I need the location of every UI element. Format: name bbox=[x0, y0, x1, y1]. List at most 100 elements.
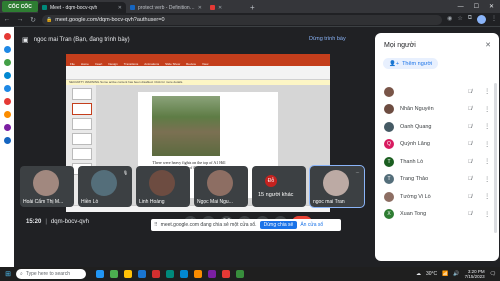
back-icon[interactable]: ← bbox=[3, 16, 11, 23]
more-options-icon[interactable]: ⋮ bbox=[484, 211, 490, 218]
star-icon[interactable]: ☆ bbox=[457, 15, 462, 24]
mic-off-icon[interactable]: 🎙̸ bbox=[468, 176, 472, 182]
taskbar-app-icon[interactable] bbox=[138, 270, 146, 278]
more-options-icon[interactable]: ⋮ bbox=[484, 123, 490, 130]
participant-tile[interactable]: 🎙 Hiền Lò bbox=[78, 166, 132, 207]
participant-row[interactable]: Nhân Nguyễn 🎙̸ ⋮ bbox=[375, 101, 499, 119]
more-options-icon[interactable]: ⋮ bbox=[484, 106, 490, 113]
bookmark-app-icon[interactable] bbox=[3, 85, 11, 92]
bookmark-app-icon[interactable] bbox=[3, 72, 11, 79]
network-icon[interactable]: 📶 bbox=[442, 271, 448, 277]
close-window-icon[interactable]: ✕ bbox=[489, 3, 494, 10]
tab-other[interactable]: ✕ bbox=[206, 2, 246, 13]
profile-avatar[interactable] bbox=[477, 15, 486, 24]
bookmark-app-icon[interactable] bbox=[3, 46, 11, 53]
powerpoint-titlebar bbox=[66, 54, 330, 61]
mic-off-icon[interactable]: 🎙̸ bbox=[468, 159, 472, 165]
self-tile[interactable]: ⋯ ngoc mai Tran bbox=[309, 165, 365, 208]
bookmark-app-icon[interactable] bbox=[3, 33, 11, 40]
tab-meet[interactable]: Meet - dqm-bocv-qvh ✕ bbox=[38, 2, 126, 13]
bookmark-app-icon[interactable] bbox=[3, 111, 11, 118]
others-tile[interactable]: Đỗ 15 người khác bbox=[252, 166, 306, 207]
taskbar-clock[interactable]: 3:20 PM 7/15/2023 bbox=[465, 269, 485, 280]
extensions-icon[interactable]: ⧉ bbox=[468, 15, 472, 24]
hide-window-button[interactable]: Ẩn cửa sổ bbox=[300, 222, 323, 228]
address-bar: ← → ↻ 🔒 meet.google.com/dqm-bocv-qvh?aut… bbox=[0, 13, 500, 27]
taskbar-app-icon[interactable] bbox=[194, 270, 202, 278]
meeting-time: 15:20 bbox=[26, 219, 42, 225]
more-icon[interactable]: ⋯ bbox=[354, 169, 361, 176]
close-tab-icon[interactable]: ✕ bbox=[198, 5, 202, 11]
mic-off-icon[interactable]: 🎙̸ bbox=[468, 89, 472, 95]
taskbar-app-icon[interactable] bbox=[166, 270, 174, 278]
taskbar-search[interactable]: ⌕ Type here to search bbox=[16, 269, 86, 279]
tab-dictionary[interactable]: protect verb - Definition, pictures ✕ bbox=[126, 2, 206, 13]
taskbar-app-icon[interactable] bbox=[96, 270, 104, 278]
stop-sharing-button[interactable]: Dừng chia sẻ bbox=[259, 221, 298, 229]
bookmark-app-icon[interactable] bbox=[3, 98, 11, 105]
participant-tile[interactable]: Linh Hoàng bbox=[136, 166, 190, 207]
participant-avatar bbox=[384, 191, 394, 202]
bookmark-app-icon[interactable] bbox=[3, 124, 11, 131]
participant-row[interactable]: 🎙̸ ⋮ bbox=[375, 83, 499, 101]
participant-row[interactable]: T Thanh Lò 🎙̸ ⋮ bbox=[375, 153, 499, 171]
taskbar-app-icon[interactable] bbox=[152, 270, 160, 278]
camera-icon[interactable]: ◉ bbox=[447, 15, 452, 24]
participant-tile[interactable]: Ngọc Mai Ngu... bbox=[194, 166, 248, 207]
others-count: 15 người khác bbox=[258, 192, 294, 198]
participant-name: Linh Hoàng bbox=[139, 199, 165, 205]
taskbar-app-icon[interactable] bbox=[222, 270, 230, 278]
weather-icon[interactable]: ☁ bbox=[416, 271, 421, 277]
participant-row[interactable]: X Xuan Tong 🎙̸ ⋮ bbox=[375, 206, 499, 224]
more-options-icon[interactable]: ⋮ bbox=[484, 158, 490, 165]
participant-row[interactable]: Oanh Quang 🎙̸ ⋮ bbox=[375, 118, 499, 136]
ribbon-tab: Insert bbox=[94, 61, 103, 66]
reload-icon[interactable]: ↻ bbox=[29, 16, 37, 24]
others-avatar: Đỗ bbox=[265, 175, 277, 187]
mic-off-icon[interactable]: 🎙̸ bbox=[468, 194, 472, 200]
ribbon-tab: Transitions bbox=[123, 61, 139, 66]
close-tab-icon[interactable]: ✕ bbox=[118, 5, 122, 11]
participant-row[interactable]: Q Quỳnh Lăng 🎙̸ ⋮ bbox=[375, 136, 499, 154]
scrollbar[interactable] bbox=[494, 83, 497, 233]
participant-video bbox=[207, 170, 233, 196]
notifications-icon[interactable]: 🗨 bbox=[490, 271, 496, 277]
participant-tile[interactable]: Hoài Cẩm Thị M... bbox=[20, 166, 74, 207]
more-options-icon[interactable]: ⋮ bbox=[484, 88, 490, 95]
mic-off-icon[interactable]: 🎙̸ bbox=[468, 141, 472, 147]
forward-icon[interactable]: → bbox=[16, 16, 24, 23]
participant-name: Hoài Cẩm Thị M... bbox=[23, 199, 64, 205]
mic-off-icon[interactable]: 🎙̸ bbox=[468, 124, 472, 130]
new-tab-button[interactable]: + bbox=[246, 2, 259, 13]
volume-icon[interactable]: 🔊 bbox=[453, 271, 459, 277]
taskbar-app-icon[interactable] bbox=[124, 270, 132, 278]
taskbar-app-icon[interactable] bbox=[110, 270, 118, 278]
windows-start-icon[interactable]: ⊞ bbox=[0, 270, 16, 278]
menu-icon[interactable]: ⋮ bbox=[491, 15, 497, 24]
mic-off-icon[interactable]: 🎙̸ bbox=[468, 211, 472, 217]
browser-logo[interactable]: CỐC CỐC bbox=[2, 1, 38, 12]
taskbar-app-icon[interactable] bbox=[236, 270, 244, 278]
bookmark-app-icon[interactable] bbox=[3, 59, 11, 66]
participant-row[interactable]: Tường Vi Lò 🎙̸ ⋮ bbox=[375, 188, 499, 206]
taskbar-app-icon[interactable] bbox=[208, 270, 216, 278]
close-tab-icon[interactable]: ✕ bbox=[218, 5, 222, 11]
maximize-icon[interactable]: ☐ bbox=[474, 3, 479, 10]
ribbon-tab: View bbox=[201, 61, 209, 66]
lock-icon[interactable]: 🔒 bbox=[46, 17, 52, 23]
taskbar-app-icon[interactable] bbox=[180, 270, 188, 278]
mic-off-icon[interactable]: 🎙̸ bbox=[468, 106, 472, 112]
drag-handle-icon[interactable]: ⠿ bbox=[154, 222, 158, 228]
bookmark-app-icon[interactable] bbox=[3, 137, 11, 144]
url-field[interactable]: 🔒 meet.google.com/dqm-bocv-qvh?authuser=… bbox=[42, 14, 443, 25]
participant-row[interactable]: T Trang Thảo 🎙̸ ⋮ bbox=[375, 171, 499, 189]
more-options-icon[interactable]: ⋮ bbox=[484, 176, 490, 183]
close-icon[interactable]: ✕ bbox=[485, 41, 491, 49]
stop-presenting-button[interactable]: Dừng trình bày bbox=[309, 36, 346, 42]
participant-name: Hiền Lò bbox=[81, 199, 99, 205]
more-options-icon[interactable]: ⋮ bbox=[484, 141, 490, 148]
add-people-button[interactable]: 👤+ Thêm người bbox=[383, 58, 439, 69]
tab-label: protect verb - Definition, pictures bbox=[138, 4, 195, 11]
more-options-icon[interactable]: ⋮ bbox=[484, 193, 490, 200]
minimize-icon[interactable]: — bbox=[458, 4, 464, 10]
